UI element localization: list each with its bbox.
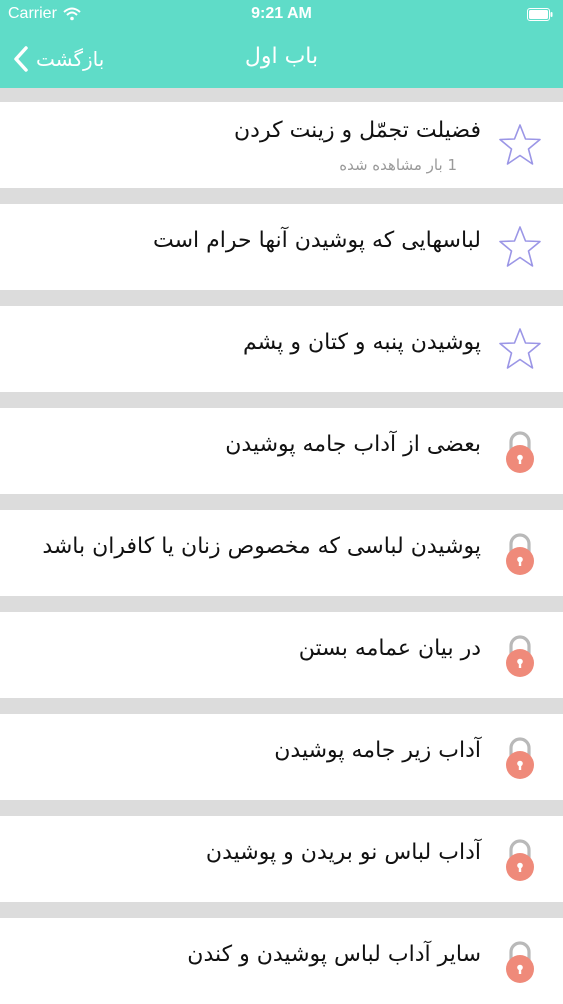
list-item-title: فضیلت تجمّل و زینت کردن [234, 118, 481, 143]
list-item-title: لباسهایی که پوشیدن آنها حرام است [153, 228, 481, 253]
list-item-title: آداب زیر جامه پوشیدن [274, 738, 481, 763]
star-outline-icon[interactable] [497, 122, 543, 168]
list-item[interactable]: آداب زیر جامه پوشیدن [0, 714, 563, 800]
view-count: 1 بار مشاهده شده [339, 156, 457, 174]
lock-icon [497, 632, 543, 678]
list-item-title: سایر آداب لباس پوشیدن و کندن [187, 942, 481, 967]
lock-icon [497, 530, 543, 576]
lock-icon [497, 734, 543, 780]
list-item[interactable]: پوشیدن پنبه و کتان و پشم [0, 306, 563, 392]
list-item-title: پوشیدن پنبه و کتان و پشم [242, 330, 481, 355]
status-bar: Carrier 9:21 AM [0, 0, 563, 30]
list-item-title: در بیان عمامه بستن [298, 636, 481, 661]
list-item-title: پوشیدن لباسی که مخصوص زنان یا کافران باش… [42, 534, 481, 559]
star-outline-icon[interactable] [497, 224, 543, 270]
list-item-title: بعضی از آداب جامه پوشیدن [225, 432, 481, 457]
list-item[interactable]: پوشیدن لباسی که مخصوص زنان یا کافران باش… [0, 510, 563, 596]
navigation-bar: بازگشت باب اول [0, 30, 563, 88]
status-time: 9:21 AM [251, 5, 312, 22]
list-item[interactable]: آداب لباس نو بریدن و پوشیدن [0, 816, 563, 902]
list-item-title: آداب لباس نو بریدن و پوشیدن [205, 840, 481, 865]
list-item[interactable]: سایر آداب لباس پوشیدن و کندن [0, 918, 563, 1004]
list-item[interactable]: فضیلت تجمّل و زینت کردن 1 بار مشاهده شده [0, 102, 563, 188]
list-item[interactable]: بعضی از آداب جامه پوشیدن [0, 408, 563, 494]
list-item[interactable]: در بیان عمامه بستن [0, 612, 563, 698]
star-outline-icon[interactable] [497, 326, 543, 372]
page-title: باب اول [244, 44, 319, 69]
lock-icon [497, 428, 543, 474]
list-item[interactable]: لباسهایی که پوشیدن آنها حرام است [0, 204, 563, 290]
battery-icon [527, 8, 553, 21]
lock-icon [497, 836, 543, 882]
lock-icon [497, 938, 543, 984]
